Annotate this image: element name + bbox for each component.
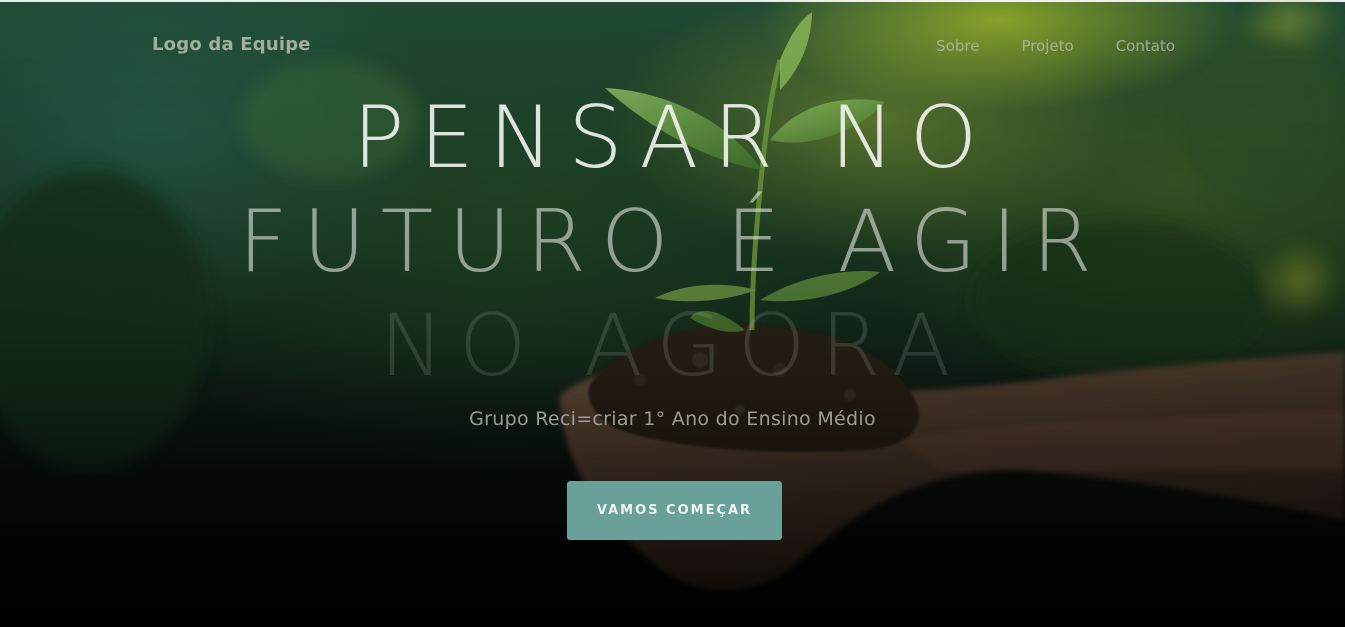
hero-section: Logo da Equipe Sobre Projeto Contato PEN… xyxy=(0,0,1345,627)
nav-link-sobre[interactable]: Sobre xyxy=(936,37,979,55)
team-logo[interactable]: Logo da Equipe xyxy=(152,34,311,55)
nav-link-projeto[interactable]: Projeto xyxy=(1021,37,1073,55)
headline-line-1: PENSAR NO xyxy=(352,88,993,188)
get-started-button[interactable]: VAMOS COMEÇAR xyxy=(567,481,782,540)
headline-line-3: NO AGORA xyxy=(379,296,966,396)
headline-line-2: FUTURO É AGIR xyxy=(238,192,1107,292)
hero-headline: PENSAR NO FUTURO É AGIR NO AGORA xyxy=(0,86,1345,398)
nav-link-contato[interactable]: Contato xyxy=(1116,37,1175,55)
navbar: Logo da Equipe Sobre Projeto Contato xyxy=(0,0,1345,92)
hero-subtitle: Grupo Reci=criar 1° Ano do Ensino Médio xyxy=(469,408,876,430)
nav-links: Sobre Projeto Contato xyxy=(936,37,1175,55)
